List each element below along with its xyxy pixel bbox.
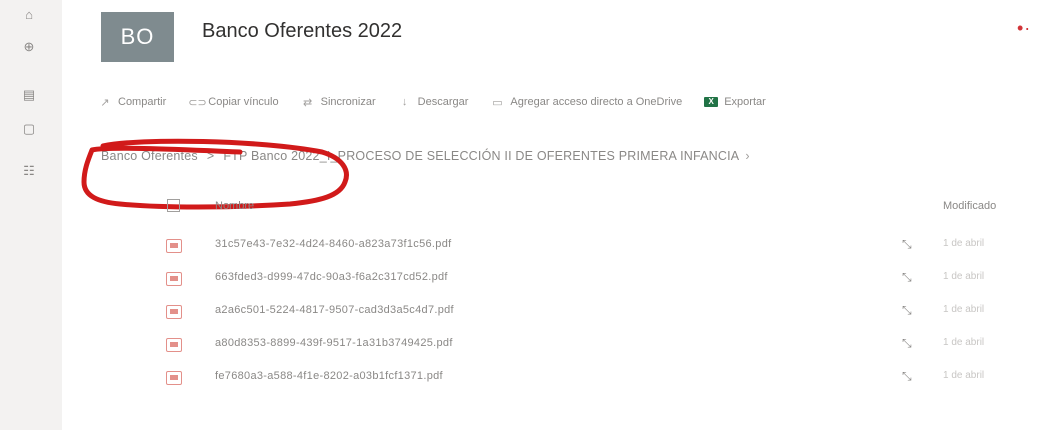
shared-icon: ⤡ xyxy=(902,270,912,284)
copy-link-button[interactable]: ⊂⊃ Copiar vínculo xyxy=(188,96,278,109)
sync-button[interactable]: ⇄ Sincronizar xyxy=(301,96,376,109)
file-row[interactable]: 663fded3-d999-47dc-90a3-f6a2c317cd52.pdf… xyxy=(100,264,1037,294)
sync-icon: ⇄ xyxy=(303,96,313,109)
file-name[interactable]: 31c57e43-7e32-4d24-8460-a823a73f1c56.pdf xyxy=(215,238,451,250)
column-header-name[interactable]: Nombre xyxy=(215,200,254,218)
export-label: Exportar xyxy=(724,96,766,108)
file-modified: 1 de abril xyxy=(943,271,985,282)
shared-icon: ⤡ xyxy=(902,303,912,317)
command-bar: ↗ Compartir ⊂⊃ Copiar vínculo ⇄ Sincroni… xyxy=(98,91,788,113)
pdf-file-icon xyxy=(166,272,182,286)
share-label: Compartir xyxy=(118,96,167,108)
site-title[interactable]: Banco Oferentes 2022 xyxy=(202,20,402,43)
file-name[interactable]: 663fded3-d999-47dc-90a3-f6a2c317cd52.pdf xyxy=(215,271,448,283)
file-row[interactable]: a2a6c501-5224-4817-9507-cad3d3a5c4d7.pdf… xyxy=(100,297,1037,327)
file-name[interactable]: fe7680a3-a588-4f1e-8202-a03b1fcf1371.pdf xyxy=(215,370,443,382)
pdf-file-icon xyxy=(166,239,182,253)
shortcut-icon: ▭ xyxy=(492,96,503,109)
file-row[interactable]: 31c57e43-7e32-4d24-8460-a823a73f1c56.pdf… xyxy=(100,231,1037,261)
file-modified: 1 de abril xyxy=(943,238,985,249)
add-shortcut-label: Agregar acceso directo a OneDrive xyxy=(510,96,683,108)
pdf-file-icon xyxy=(166,371,182,385)
share-button[interactable]: ↗ Compartir xyxy=(98,96,166,109)
news-icon[interactable]: ▤ xyxy=(20,86,38,104)
breadcrumb-more-icon[interactable]: › xyxy=(745,149,749,163)
file-modified: 1 de abril xyxy=(943,304,985,315)
app-rail: ⌂ ⊕ ▤ ▢ ☷ xyxy=(0,0,62,430)
download-icon: ↓ xyxy=(401,96,408,108)
file-row[interactable]: fe7680a3-a588-4f1e-8202-a03b1fcf1371.pdf… xyxy=(100,363,1037,393)
lists-icon[interactable]: ☷ xyxy=(20,162,38,180)
share-icon: ↗ xyxy=(100,96,110,109)
file-modified: 1 de abril xyxy=(943,337,985,348)
excel-icon: X xyxy=(704,97,719,107)
site-logo[interactable]: BO xyxy=(101,12,174,62)
breadcrumb-separator: > xyxy=(206,149,215,163)
files-icon[interactable]: ▢ xyxy=(20,120,38,138)
file-row[interactable]: a80d8353-8899-439f-9517-1a31b3749425.pdf… xyxy=(100,330,1037,360)
download-button[interactable]: ↓ Descargar xyxy=(398,96,469,108)
download-label: Descargar xyxy=(417,96,469,108)
pdf-file-icon xyxy=(166,338,182,352)
column-header-modified[interactable]: Modificado xyxy=(943,200,996,218)
shared-icon: ⤡ xyxy=(902,336,912,350)
link-icon: ⊂⊃ xyxy=(188,96,207,109)
shared-icon: ⤡ xyxy=(902,237,912,251)
export-button[interactable]: X Exportar xyxy=(704,96,766,108)
sync-label: Sincronizar xyxy=(320,96,376,108)
home-icon[interactable]: ⌂ xyxy=(20,6,38,24)
file-name[interactable]: a2a6c501-5224-4817-9507-cad3d3a5c4d7.pdf xyxy=(215,304,454,316)
breadcrumb: Banco Oferentes > FTP Banco 2022_I_PROCESO… xyxy=(101,149,750,163)
add-shortcut-button[interactable]: ▭ Agregar acceso directo a OneDrive xyxy=(490,96,682,109)
shared-icon: ⤡ xyxy=(902,369,912,383)
copy-link-label: Copiar vínculo xyxy=(208,96,279,108)
globe-icon[interactable]: ⊕ xyxy=(20,38,38,56)
more-options-icon[interactable]: •· xyxy=(1017,18,1031,39)
breadcrumb-root[interactable]: Banco Oferentes xyxy=(101,149,198,163)
pdf-file-icon xyxy=(166,305,182,319)
file-modified: 1 de abril xyxy=(943,370,985,381)
breadcrumb-current[interactable]: FTP Banco 2022_I_PROCESO DE SELECCIÓN II… xyxy=(223,149,739,163)
select-all-checkbox[interactable] xyxy=(167,199,180,212)
file-name[interactable]: a80d8353-8899-439f-9517-1a31b3749425.pdf xyxy=(215,337,453,349)
